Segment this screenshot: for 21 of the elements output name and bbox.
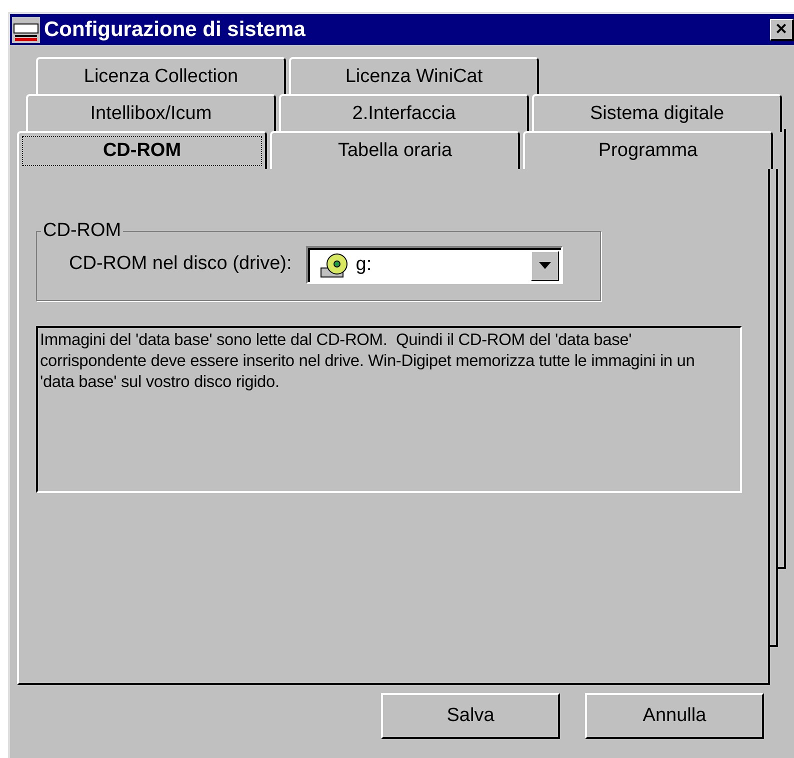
group-title: CD-ROM [42, 219, 122, 243]
tab[interactable]: 2.Interfaccia [279, 94, 529, 132]
close-button[interactable]: ✕ [770, 18, 794, 40]
dropdown-button[interactable] [530, 250, 559, 280]
info-text-box: Immagini del 'data base' sono lette dal CD-ROM. Quindi il CD-ROM del 'data base' corrispondente deve essere inserito nel drive. Win-Digipet memorizza tutte le immagini in un 'data base' sul vostro disco rigido. [36, 326, 742, 493]
caret-icon [538, 262, 551, 269]
tab[interactable]: CD-ROM [17, 131, 267, 169]
tab[interactable]: Programma [523, 131, 773, 169]
drive-dropdown[interactable]: g: [306, 246, 563, 284]
drive-value: g: [356, 253, 372, 278]
tab[interactable]: Tabella oraria [270, 131, 520, 169]
tab[interactable]: Licenza Collection [36, 57, 286, 95]
dialog-button[interactable]: Annulla [585, 693, 764, 739]
tab[interactable]: Intellibox/Icum [26, 94, 276, 132]
app-logo-icon [12, 16, 40, 42]
dialog-button[interactable]: Salva [381, 693, 560, 739]
tab[interactable]: Sistema digitale [532, 94, 782, 132]
window-title: Configurazione di sistema [44, 16, 306, 43]
cd-drive-icon [320, 252, 350, 278]
tab[interactable]: Licenza WiniCat [289, 57, 539, 95]
field-label: CD-ROM nel disco (drive): [69, 252, 292, 276]
